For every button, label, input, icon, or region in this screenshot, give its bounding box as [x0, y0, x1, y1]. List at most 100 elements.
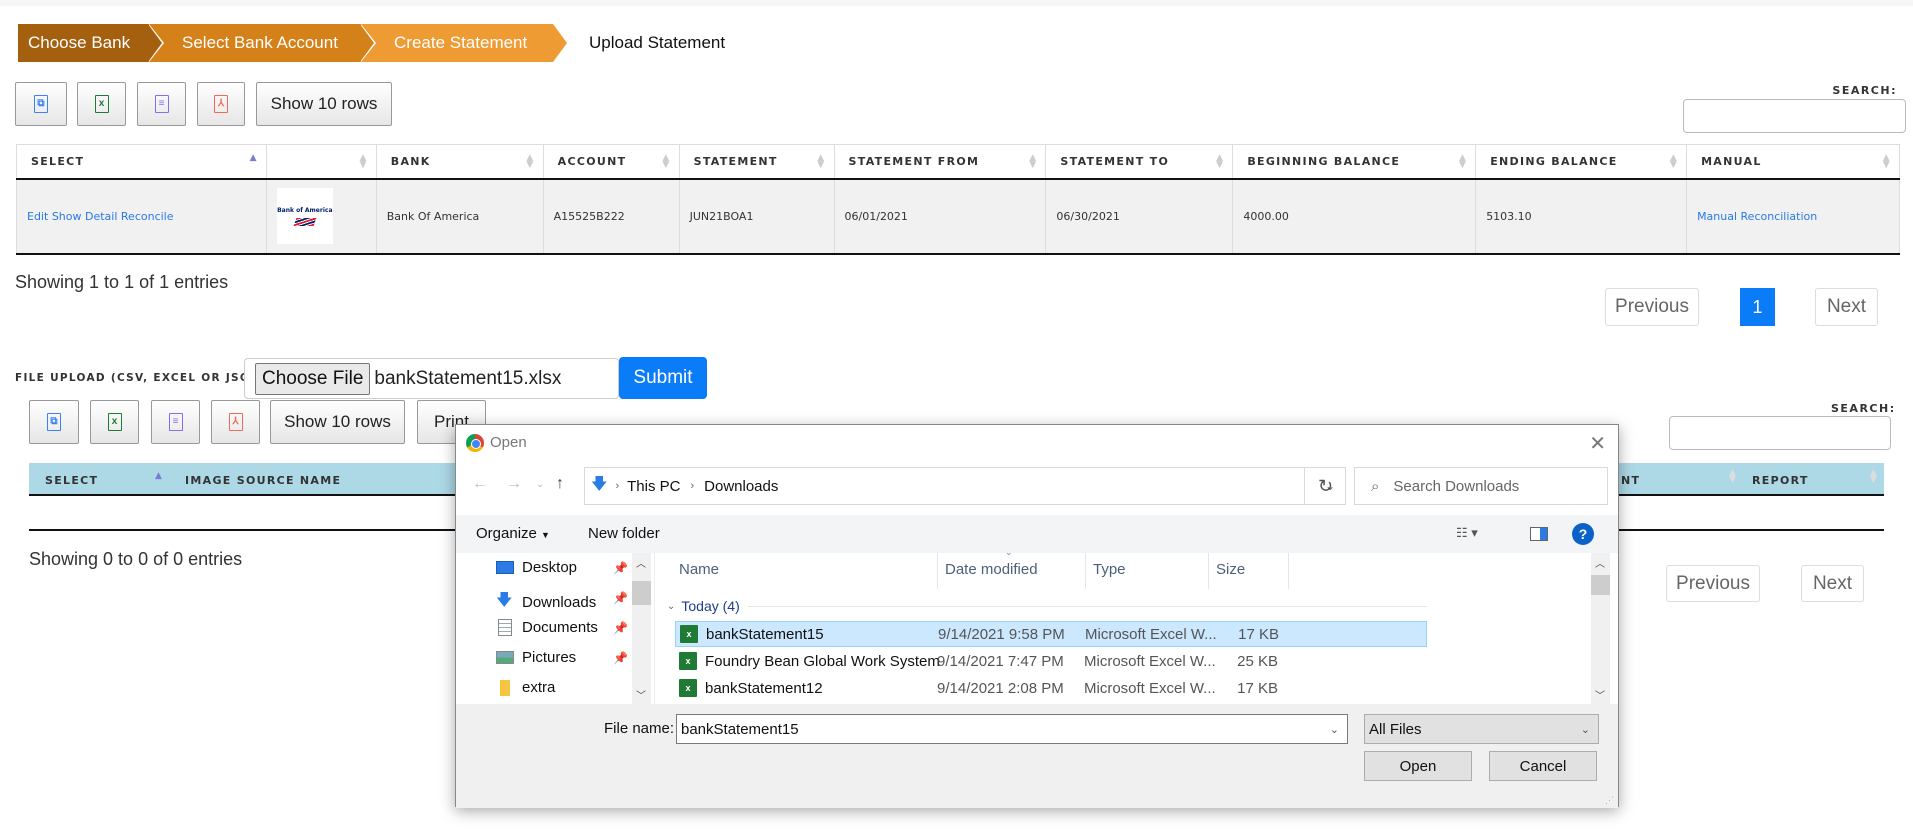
col-statement-from[interactable]: STATEMENT FROM ▲ ▼ [833, 144, 1047, 180]
csv-button-2[interactable]: ≡ [151, 400, 200, 444]
col-ending-balance[interactable]: ENDING BALANCE ▲ ▼ [1475, 144, 1688, 180]
next-button-2[interactable]: Next [1801, 565, 1864, 602]
file-list-scrollbar[interactable]: ︿ ﹀ [1591, 553, 1610, 704]
scrollbar-thumb[interactable] [632, 581, 651, 605]
file-input[interactable]: Choose File bankStatement15.xlsx [244, 358, 619, 399]
col-bank[interactable]: BANK ▲ ▼ [375, 144, 544, 180]
col-logo[interactable]: ▲ ▼ [265, 144, 377, 180]
reconcile-link[interactable]: Reconcile [121, 210, 174, 223]
file-type-select[interactable]: All Files ⌄ [1364, 714, 1599, 744]
nav-desktop[interactable]: Desktop [496, 559, 577, 576]
sort-icon: ▲ ▼ [1729, 468, 1738, 485]
help-icon[interactable]: ? [1572, 523, 1594, 545]
nav-downloads[interactable]: 🡇 Downloads [496, 589, 596, 616]
edit-link[interactable]: Edit [27, 210, 48, 223]
resize-grip-icon[interactable]: ⋰ [1605, 795, 1614, 806]
search-downloads-input[interactable]: ⌕ Search Downloads [1354, 467, 1608, 505]
organize-menu[interactable]: Organize ▼ [476, 525, 550, 542]
collapse-chevron-icon: ⌄ [667, 600, 676, 612]
excel-button[interactable]: x [77, 82, 126, 126]
col-report[interactable]: REPORT [1752, 474, 1809, 487]
step-select-bank-account[interactable]: Select Bank Account [148, 24, 376, 62]
up-icon[interactable]: ↑ [556, 475, 564, 493]
search-input-2[interactable] [1669, 416, 1891, 450]
show-rows-button-2[interactable]: Show 10 rows [270, 400, 405, 444]
scrollbar-thumb[interactable] [1591, 575, 1610, 595]
excel-button-2[interactable]: x [90, 400, 139, 444]
step-choose-bank[interactable]: Choose Bank [18, 24, 164, 62]
show-detail-link[interactable]: Show Detail [52, 210, 118, 223]
back-icon[interactable]: ← [472, 475, 488, 493]
scroll-down-icon[interactable]: ﹀ [636, 687, 646, 702]
address-bar[interactable]: 🡇 › This PC › Downloads ⌄ [584, 467, 1346, 505]
next-button[interactable]: Next [1815, 288, 1878, 326]
path-this-pc[interactable]: This PC [627, 478, 680, 495]
col-date-modified[interactable]: Date modified [945, 561, 1038, 578]
pdf-button-2[interactable]: ⅄ [211, 400, 260, 444]
manual-cell: Manual Reconciliation [1686, 178, 1900, 255]
col-beginning-balance[interactable]: BEGINNING BALANCE ▲ ▼ [1232, 144, 1477, 180]
sort-indicator-icon: ⌄ [1005, 547, 1013, 557]
col-manual[interactable]: MANUAL ▲ ▼ [1686, 144, 1900, 180]
table-info: Showing 1 to 1 of 1 entries [15, 272, 229, 292]
nav-extra[interactable]: extra [496, 679, 555, 696]
forward-icon[interactable]: → [506, 475, 522, 493]
recent-chevron-icon[interactable]: ⌄ [536, 479, 544, 490]
sort-icon: ▲ ▼ [817, 153, 826, 170]
bank-cell: Bank Of America [375, 178, 544, 255]
path-downloads[interactable]: Downloads [704, 478, 778, 495]
dialog-titlebar[interactable]: Open ✕ [456, 425, 1618, 461]
file-row[interactable]: x Foundry Bean Global Work System 9/14/2… [675, 648, 1427, 674]
submit-button[interactable]: Submit [619, 357, 707, 399]
col-statement[interactable]: STATEMENT ▲ ▼ [678, 144, 835, 180]
nav-documents[interactable]: Documents [496, 619, 598, 636]
navigation-pane: Desktop 📌 🡇 Downloads 📌 Documents 📌 Pict… [456, 553, 654, 704]
group-header-today[interactable]: ⌄ Today (4) [667, 598, 1427, 614]
csv-button[interactable]: ≡ [137, 82, 186, 126]
cancel-button[interactable]: Cancel [1489, 751, 1597, 781]
excel-icon: x [107, 413, 122, 431]
refresh-icon: ↻ [1317, 475, 1334, 496]
nav-pictures[interactable]: Pictures [496, 649, 576, 666]
previous-button[interactable]: Previous [1605, 288, 1699, 326]
page-1-button[interactable]: 1 [1740, 288, 1775, 326]
step-create-statement[interactable]: Create Statement [360, 24, 569, 62]
view-options-icon[interactable]: ☷ ▾ [1456, 525, 1478, 541]
show-rows-button[interactable]: Show 10 rows [256, 82, 392, 126]
search-input[interactable] [1683, 99, 1906, 133]
col-name[interactable]: Name [679, 561, 719, 578]
bank-logo: Bank of America [276, 188, 333, 244]
close-icon[interactable]: ✕ [1589, 431, 1606, 456]
refresh-button[interactable]: ↻ [1304, 467, 1346, 505]
bank-flag-icon [293, 217, 317, 226]
scroll-up-icon[interactable]: ︿ [636, 555, 646, 570]
manual-reconciliation-link[interactable]: Manual Reconciliation [1697, 210, 1817, 223]
copy-button-2[interactable]: ⧉ [29, 400, 79, 444]
col-select[interactable]: SELECT ▲ [16, 144, 267, 180]
nav-scrollbar[interactable]: ︿ ﹀ [632, 553, 651, 704]
pdf-button[interactable]: ⅄ [197, 82, 245, 126]
file-name-input[interactable]: bankStatement15 ⌄ [676, 714, 1348, 744]
choose-file-button[interactable]: Choose File [255, 362, 371, 395]
preview-pane-icon[interactable] [1530, 527, 1548, 541]
col-type[interactable]: Type [1093, 561, 1126, 578]
col-account[interactable]: ACCOUNT ▲ ▼ [542, 144, 680, 180]
new-folder-button[interactable]: New folder [588, 525, 660, 542]
col-statement-to[interactable]: STATEMENT TO ▲ ▼ [1045, 144, 1234, 180]
col-amount[interactable]: NT [1621, 474, 1640, 487]
scroll-up-icon[interactable]: ︿ [1595, 555, 1605, 570]
table-info-2: Showing 0 to 0 of 0 entries [29, 549, 243, 569]
open-file-dialog: Open ✕ ← → ⌄ ↑ 🡇 › This PC › Downloads ⌄… [455, 424, 1619, 808]
col-select-2[interactable]: SELECT [45, 474, 98, 487]
open-button[interactable]: Open [1364, 751, 1472, 781]
col-size[interactable]: Size [1216, 561, 1245, 578]
col-image-source-name[interactable]: IMAGE SOURCE NAME [185, 474, 341, 487]
copy-button[interactable]: ⧉ [15, 82, 67, 126]
scroll-down-icon[interactable]: ﹀ [1595, 687, 1605, 702]
file-name-dropdown-icon[interactable]: ⌄ [1330, 723, 1339, 736]
previous-button-2[interactable]: Previous [1666, 565, 1760, 602]
excel-file-icon: x [680, 625, 698, 643]
sort-icon: ▲ ▼ [359, 153, 368, 170]
file-row[interactable]: x bankStatement15 9/14/2021 9:58 PM Micr… [675, 621, 1427, 647]
file-row[interactable]: x bankStatement12 9/14/2021 2:08 PM Micr… [675, 675, 1427, 701]
